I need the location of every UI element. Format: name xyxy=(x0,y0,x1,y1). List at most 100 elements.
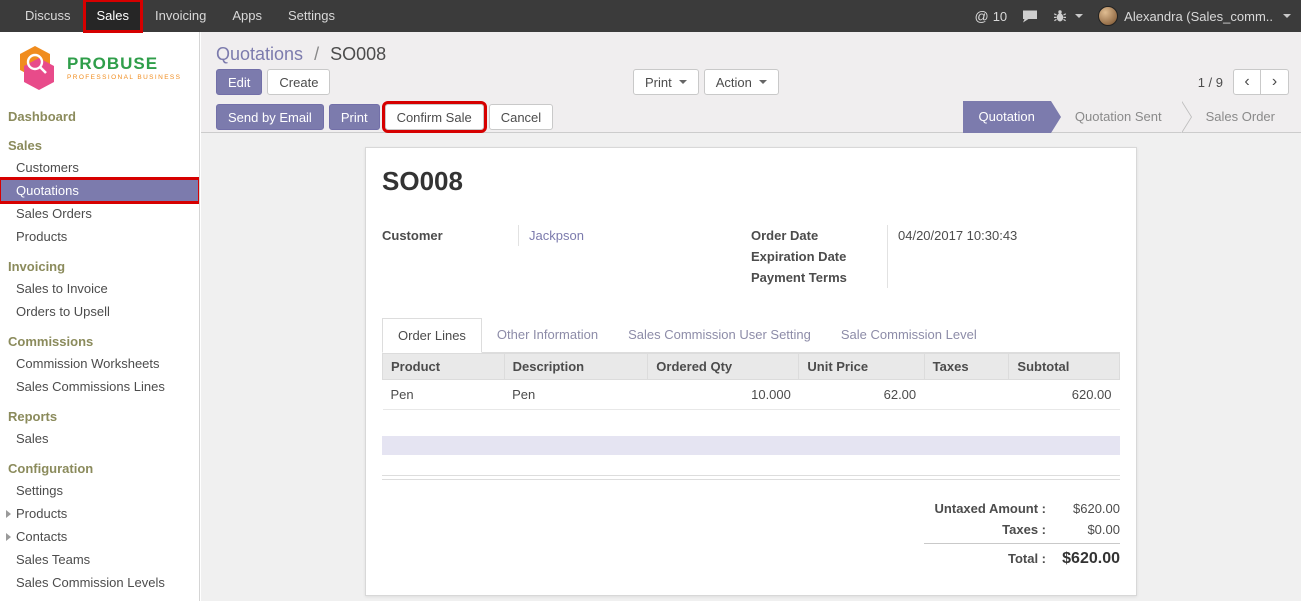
sidebar-heading-commissions[interactable]: Commissions xyxy=(0,323,199,352)
order-lines-table: Product Description Ordered Qty Unit Pri… xyxy=(382,353,1120,410)
tab-sale-commission-level[interactable]: Sale Commission Level xyxy=(826,318,992,352)
logo-text: PROBUSE PROFESSIONAL BUSINESS xyxy=(67,55,181,82)
column-unit-price: Unit Price xyxy=(799,354,924,380)
send-by-email-button[interactable]: Send by Email xyxy=(216,104,324,130)
edit-button[interactable]: Edit xyxy=(216,69,262,95)
separator-lines xyxy=(382,475,1120,480)
cell-description: Pen xyxy=(504,380,648,410)
sidebar-heading-configuration[interactable]: Configuration xyxy=(0,450,199,479)
menu-discuss[interactable]: Discuss xyxy=(12,0,84,32)
column-subtotal: Subtotal xyxy=(1009,354,1120,380)
status-step-sales-order[interactable]: Sales Order xyxy=(1182,101,1301,133)
untaxed-amount-value: $620.00 xyxy=(1046,501,1120,516)
user-name: Alexandra (Sales_comm.. xyxy=(1124,9,1273,24)
taxes-label: Taxes : xyxy=(924,522,1046,537)
tab-other-information[interactable]: Other Information xyxy=(482,318,613,352)
cell-unit-price: 62.00 xyxy=(799,380,924,410)
order-date-label: Order Date xyxy=(751,225,887,246)
chevron-down-icon xyxy=(1075,14,1083,18)
menu-invoicing[interactable]: Invoicing xyxy=(142,0,219,32)
logo-title: PROBUSE xyxy=(67,55,181,73)
column-taxes: Taxes xyxy=(924,354,1009,380)
expiration-date-value xyxy=(887,246,1105,267)
control-panel: Quotations / SO008 Edit Create Print Act… xyxy=(201,32,1301,133)
action-dropdown-label: Action xyxy=(716,75,752,90)
chevron-down-icon xyxy=(759,80,767,84)
sidebar-item-reports-sales[interactable]: Sales xyxy=(0,427,199,450)
pager-previous-button[interactable]: ‹ xyxy=(1233,69,1261,95)
sidebar-item-sales-teams[interactable]: Sales Teams xyxy=(0,548,199,571)
sidebar-item-label: Contacts xyxy=(16,529,67,544)
sidebar-item-config-products[interactable]: Products xyxy=(0,502,199,525)
taxes-value: $0.00 xyxy=(1046,522,1120,537)
chevron-left-icon: ‹ xyxy=(1244,73,1249,91)
table-row[interactable]: Pen Pen 10.000 62.00 620.00 xyxy=(383,380,1120,410)
menu-sales[interactable]: Sales xyxy=(84,0,143,32)
probuse-logo-icon xyxy=(14,44,60,92)
sidebar-heading-reports[interactable]: Reports xyxy=(0,398,199,427)
tab-bar: Order Lines Other Information Sales Comm… xyxy=(382,318,1120,353)
sidebar-item-orders-to-upsell[interactable]: Orders to Upsell xyxy=(0,300,199,323)
sidebar-item-products[interactable]: Products xyxy=(0,225,199,248)
top-navbar: Discuss Sales Invoicing Apps Settings @ … xyxy=(0,0,1301,32)
sidebar-item-quotations[interactable]: Quotations xyxy=(0,179,199,202)
pager-next-button[interactable]: › xyxy=(1261,69,1289,95)
sidebar-item-commission-worksheets[interactable]: Commission Worksheets xyxy=(0,352,199,375)
sidebar-item-config-contacts[interactable]: Contacts xyxy=(0,525,199,548)
menu-apps[interactable]: Apps xyxy=(219,0,275,32)
print-dropdown-button[interactable]: Print xyxy=(633,69,699,95)
pager-counter: 1 / 9 xyxy=(1198,75,1223,90)
top-menus: Discuss Sales Invoicing Apps Settings xyxy=(0,0,348,32)
chevron-down-icon xyxy=(1283,14,1291,18)
app-sidebar: PROBUSE PROFESSIONAL BUSINESS Dashboard … xyxy=(0,32,200,601)
breadcrumb-quotations-link[interactable]: Quotations xyxy=(216,44,303,64)
chevron-right-icon: › xyxy=(1272,73,1277,91)
sidebar-heading-sales[interactable]: Sales xyxy=(0,127,199,156)
form-view: SO008 Customer Jackpson Order Date 04 xyxy=(201,133,1301,601)
column-ordered-qty: Ordered Qty xyxy=(648,354,799,380)
status-step-quotation-sent[interactable]: Quotation Sent xyxy=(1051,101,1182,133)
chat-bubble-icon xyxy=(1022,10,1038,23)
create-button[interactable]: Create xyxy=(267,69,330,95)
expand-icon[interactable] xyxy=(6,533,11,541)
chevron-down-icon xyxy=(679,80,687,84)
tab-order-lines[interactable]: Order Lines xyxy=(382,318,482,353)
status-step-quotation[interactable]: Quotation xyxy=(963,101,1051,133)
user-menu[interactable]: Alexandra (Sales_comm.. xyxy=(1098,6,1291,26)
company-logo[interactable]: PROBUSE PROFESSIONAL BUSINESS xyxy=(0,32,199,98)
column-description: Description xyxy=(504,354,648,380)
untaxed-amount-label: Untaxed Amount : xyxy=(924,501,1046,516)
print-button[interactable]: Print xyxy=(329,104,380,130)
statusbar: Quotation Quotation Sent Sales Order xyxy=(963,101,1301,133)
sidebar-item-customers[interactable]: Customers xyxy=(0,156,199,179)
menu-settings[interactable]: Settings xyxy=(275,0,348,32)
tab-sales-commission-user-setting[interactable]: Sales Commission User Setting xyxy=(613,318,826,352)
sidebar-item-sales-orders[interactable]: Sales Orders xyxy=(0,202,199,225)
cell-product: Pen xyxy=(383,380,505,410)
form-sheet: SO008 Customer Jackpson Order Date 04 xyxy=(365,147,1137,596)
payment-terms-value xyxy=(887,267,1105,288)
mention-count: 10 xyxy=(993,9,1007,24)
sidebar-item-config-settings[interactable]: Settings xyxy=(0,479,199,502)
messages-button[interactable] xyxy=(1022,10,1038,23)
sidebar-item-sales-commission-levels[interactable]: Sales Commission Levels xyxy=(0,571,199,594)
sidebar-item-sales-to-invoice[interactable]: Sales to Invoice xyxy=(0,277,199,300)
expand-icon[interactable] xyxy=(6,510,11,518)
sidebar-heading-dashboard[interactable]: Dashboard xyxy=(0,98,199,127)
action-dropdown-button[interactable]: Action xyxy=(704,69,779,95)
confirm-sale-button[interactable]: Confirm Sale xyxy=(385,104,484,130)
customer-value-link[interactable]: Jackpson xyxy=(518,225,736,246)
breadcrumb-separator: / xyxy=(314,44,319,64)
mention-counter[interactable]: @ 10 xyxy=(974,8,1007,24)
cancel-button[interactable]: Cancel xyxy=(489,104,553,130)
sidebar-heading-invoicing[interactable]: Invoicing xyxy=(0,248,199,277)
bug-icon xyxy=(1053,9,1067,23)
sidebar-item-sales-commissions-lines[interactable]: Sales Commissions Lines xyxy=(0,375,199,398)
sidebar-item-label: Products xyxy=(16,506,67,521)
debug-menu-button[interactable] xyxy=(1053,9,1083,23)
total-value: $620.00 xyxy=(1046,550,1120,568)
table-header-row: Product Description Ordered Qty Unit Pri… xyxy=(383,354,1120,380)
document-title: SO008 xyxy=(382,166,1120,197)
customer-label: Customer xyxy=(382,225,518,246)
breadcrumb: Quotations / SO008 xyxy=(216,44,386,65)
